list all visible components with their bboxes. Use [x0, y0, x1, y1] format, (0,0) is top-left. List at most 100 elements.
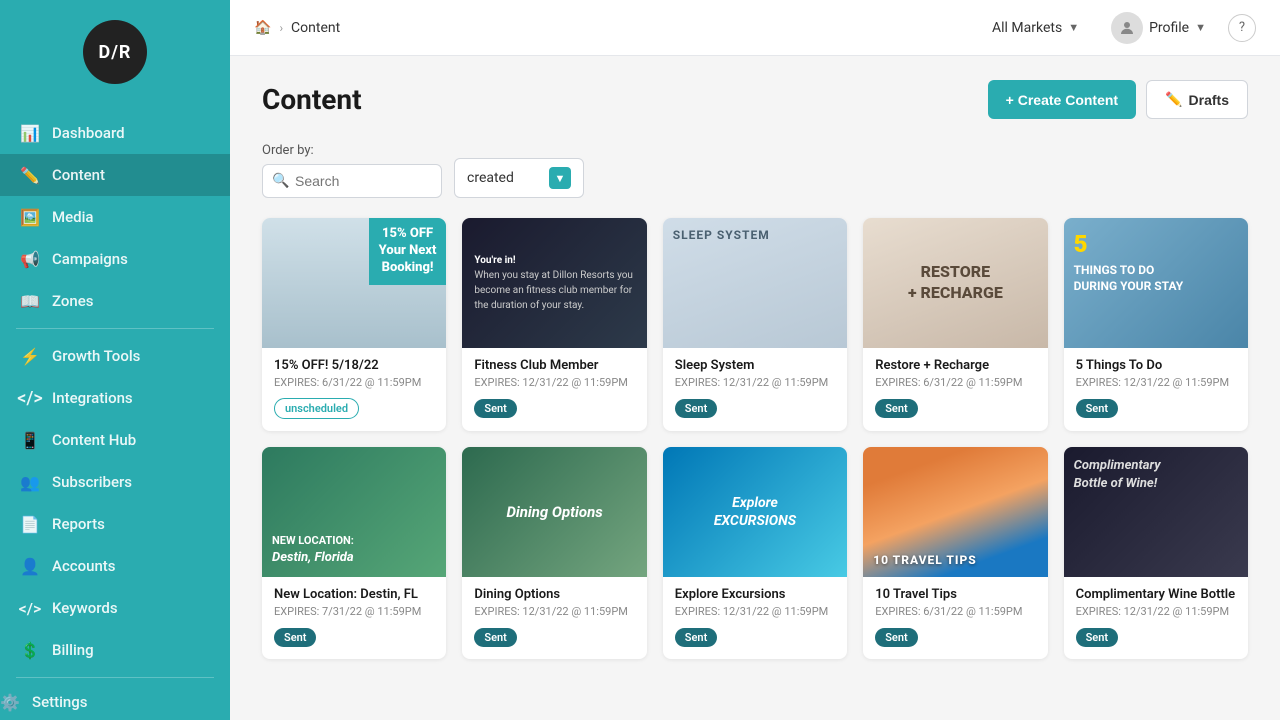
accounts-icon: 👤 — [20, 556, 40, 576]
breadcrumb: 🏠 › Content — [254, 20, 340, 36]
sidebar-item-accounts[interactable]: 👤 Accounts — [0, 545, 230, 587]
sidebar-item-label: Zones — [52, 292, 94, 310]
create-content-button[interactable]: + Create Content — [988, 80, 1136, 119]
sidebar-item-content[interactable]: ✏️ Content — [0, 154, 230, 196]
growth-tools-icon: ⚡ — [20, 346, 40, 366]
sidebar-item-label: Accounts — [52, 557, 116, 575]
card-image-1: 15% OFFYour NextBooking! — [262, 218, 446, 348]
page-title: Content — [262, 83, 362, 116]
page-actions: + Create Content ✏️ Drafts — [988, 80, 1248, 119]
content-card-8[interactable]: ExploreEXCURSIONS Explore Excursions EXP… — [663, 447, 847, 659]
content-card-5[interactable]: 5THINGS TO DODURING YOUR STAY 5 Things T… — [1064, 218, 1248, 431]
profile-button[interactable]: Profile ▼ — [1101, 6, 1216, 50]
sidebar-item-media[interactable]: 🖼️ Media — [0, 196, 230, 238]
content-card-1[interactable]: 15% OFFYour NextBooking! 15% OFF! 5/18/2… — [262, 218, 446, 431]
reports-icon: 📄 — [20, 514, 40, 534]
order-select[interactable]: created ▼ — [454, 158, 584, 198]
card-expires-7: EXPIRES: 12/31/22 @ 11:59PM — [474, 605, 634, 618]
sidebar-item-settings[interactable]: ⚙️ Settings — [0, 684, 230, 720]
sidebar-item-zones[interactable]: 📖 Zones — [0, 280, 230, 322]
content-card-2[interactable]: You're in!When you stay at Dillon Resort… — [462, 218, 646, 431]
page-header: Content + Create Content ✏️ Drafts — [262, 80, 1248, 119]
card-body-8: Explore Excursions EXPIRES: 12/31/22 @ 1… — [663, 577, 847, 659]
sidebar-item-keywords[interactable]: </> Keywords — [0, 587, 230, 629]
card-expires-1: EXPIRES: 6/31/22 @ 11:59PM — [274, 376, 434, 389]
header-right: All Markets ▼ Profile ▼ ? — [982, 6, 1256, 50]
card-title-6: New Location: Destin, FL — [274, 587, 434, 602]
card-body-1: 15% OFF! 5/18/22 EXPIRES: 6/31/22 @ 11:5… — [262, 348, 446, 431]
content-card-3[interactable]: SLEEP SYSTEM Sleep System EXPIRES: 12/31… — [663, 218, 847, 431]
order-by-group: Order by: 🔍 — [262, 143, 442, 198]
market-label: All Markets — [992, 20, 1062, 36]
card-image-7: Dining Options — [462, 447, 646, 577]
drafts-label: Drafts — [1189, 92, 1229, 108]
content-hub-icon: 📱 — [20, 430, 40, 450]
profile-chevron-icon: ▼ — [1195, 21, 1206, 34]
sidebar-item-integrations[interactable]: </> Integrations — [0, 377, 230, 419]
logo: D/R — [83, 20, 147, 84]
help-label: ? — [1239, 20, 1245, 35]
settings-icon: ⚙️ — [0, 692, 20, 712]
home-icon[interactable]: 🏠 — [254, 20, 271, 36]
content-card-10[interactable]: ComplimentaryBottle of Wine! Complimenta… — [1064, 447, 1248, 659]
card-image-6: NEW LOCATION:Destin, Florida — [262, 447, 446, 577]
billing-icon: 💲 — [20, 640, 40, 660]
profile-label: Profile — [1149, 20, 1189, 36]
market-selector[interactable]: All Markets ▼ — [982, 14, 1089, 42]
avatar — [1111, 12, 1143, 44]
top-header: 🏠 › Content All Markets ▼ Profile ▼ ? — [230, 0, 1280, 56]
content-card-7[interactable]: Dining Options Dining Options EXPIRES: 1… — [462, 447, 646, 659]
card-body-9: 10 Travel Tips EXPIRES: 6/31/22 @ 11:59P… — [863, 577, 1047, 659]
card-expires-5: EXPIRES: 12/31/22 @ 11:59PM — [1076, 376, 1236, 389]
card-badge-7: Sent — [474, 628, 516, 647]
card-badge-8: Sent — [675, 628, 717, 647]
sidebar-item-growth-tools[interactable]: ⚡ Growth Tools — [0, 335, 230, 377]
dashboard-icon: 📊 — [20, 123, 40, 143]
sidebar-item-subscribers[interactable]: 👥 Subscribers — [0, 461, 230, 503]
content-card-6[interactable]: NEW LOCATION:Destin, Florida New Locatio… — [262, 447, 446, 659]
card-body-2: Fitness Club Member EXPIRES: 12/31/22 @ … — [462, 348, 646, 430]
card-image-5: 5THINGS TO DODURING YOUR STAY — [1064, 218, 1248, 348]
media-icon: 🖼️ — [20, 207, 40, 227]
order-select-arrow-icon: ▼ — [549, 167, 571, 189]
content-card-4[interactable]: RESTORE+ RECHARGE Restore + Recharge EXP… — [863, 218, 1047, 431]
card-expires-8: EXPIRES: 12/31/22 @ 11:59PM — [675, 605, 835, 618]
drafts-button[interactable]: ✏️ Drafts — [1146, 80, 1248, 119]
breadcrumb-current: Content — [291, 20, 340, 36]
main-area: 🏠 › Content All Markets ▼ Profile ▼ ? Co — [230, 0, 1280, 720]
card-expires-4: EXPIRES: 6/31/22 @ 11:59PM — [875, 376, 1035, 389]
sidebar-item-label: Growth Tools — [52, 347, 140, 365]
zones-icon: 📖 — [20, 291, 40, 311]
card-title-5: 5 Things To Do — [1076, 358, 1236, 373]
sidebar-item-label: Keywords — [52, 599, 118, 617]
card-image-9: 10 TRAVEL TIPS — [863, 447, 1047, 577]
card-title-4: Restore + Recharge — [875, 358, 1035, 373]
breadcrumb-chevron: › — [279, 21, 283, 35]
card-badge-5: Sent — [1076, 399, 1118, 418]
card-expires-3: EXPIRES: 12/31/22 @ 11:59PM — [675, 376, 835, 389]
card-title-7: Dining Options — [474, 587, 634, 602]
sidebar-item-reports[interactable]: 📄 Reports — [0, 503, 230, 545]
sidebar-item-dashboard[interactable]: 📊 Dashboard — [0, 112, 230, 154]
card-badge-1: unscheduled — [274, 398, 359, 419]
card-badge-2: Sent — [474, 399, 516, 418]
subscribers-icon: 👥 — [20, 472, 40, 492]
sidebar-item-label: Campaigns — [52, 250, 128, 268]
sidebar-item-label: Settings — [32, 693, 88, 711]
sidebar-item-content-hub[interactable]: 📱 Content Hub — [0, 419, 230, 461]
order-select-value: created — [467, 170, 543, 186]
sidebar: D/R 📊 Dashboard ✏️ Content 🖼️ Media 📢 Ca… — [0, 0, 230, 720]
sidebar-item-campaigns[interactable]: 📢 Campaigns — [0, 238, 230, 280]
card-badge-3: Sent — [675, 399, 717, 418]
help-button[interactable]: ? — [1228, 14, 1256, 42]
card-body-4: Restore + Recharge EXPIRES: 6/31/22 @ 11… — [863, 348, 1047, 430]
sidebar-item-label: Subscribers — [52, 473, 132, 491]
card-body-5: 5 Things To Do EXPIRES: 12/31/22 @ 11:59… — [1064, 348, 1248, 430]
search-icon: 🔍 — [272, 173, 289, 189]
card-image-4: RESTORE+ RECHARGE — [863, 218, 1047, 348]
sidebar-item-billing[interactable]: 💲 Billing — [0, 629, 230, 671]
card-body-10: Complimentary Wine Bottle EXPIRES: 12/31… — [1064, 577, 1248, 659]
card-expires-2: EXPIRES: 12/31/22 @ 11:59PM — [474, 376, 634, 389]
card-image-10: ComplimentaryBottle of Wine! — [1064, 447, 1248, 577]
content-card-9[interactable]: 10 TRAVEL TIPS 10 Travel Tips EXPIRES: 6… — [863, 447, 1047, 659]
